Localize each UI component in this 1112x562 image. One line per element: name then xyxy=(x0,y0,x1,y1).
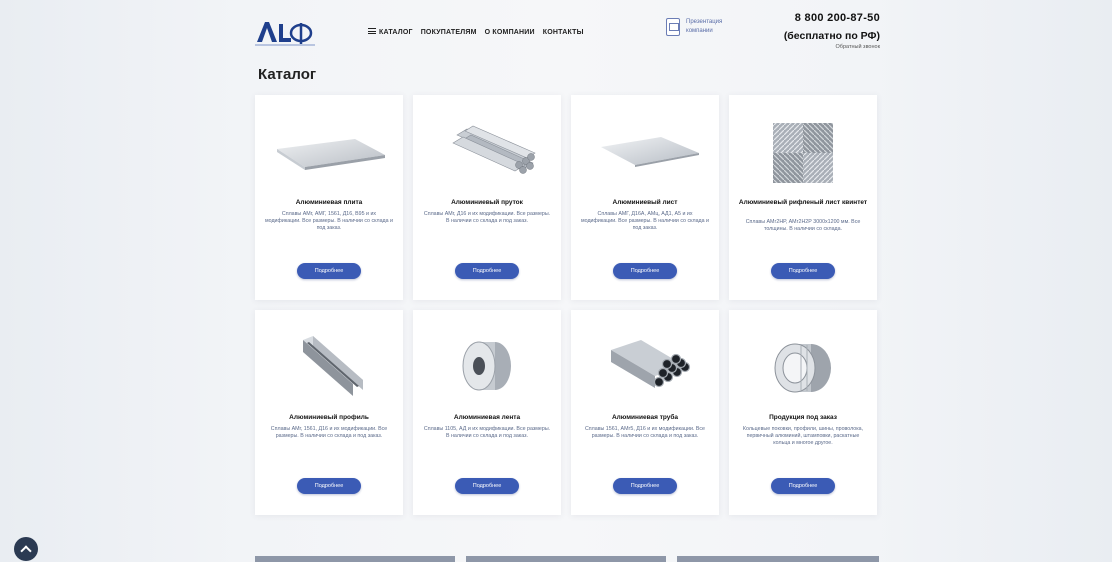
phone-block: 8 800 200-87-50 (бесплатно по РФ) Обратн… xyxy=(772,12,880,50)
details-button[interactable]: Подробнее xyxy=(455,478,519,494)
bottom-banner[interactable] xyxy=(466,556,666,562)
catalog-card-checker-plate[interactable]: Алюминиевый рифленый лист квинтет Сплавы… xyxy=(729,95,877,300)
card-title: Алюминиевый профиль xyxy=(289,414,369,421)
nav-about[interactable]: О КОМПАНИИ xyxy=(485,29,535,36)
catalog-card-coil[interactable]: Алюминиевая лента Сплавы 1105, АД и их м… xyxy=(413,310,561,515)
main-nav: КАТАЛОГ ПОКУПАТЕЛЯМ О КОМПАНИИ КОНТАКТЫ xyxy=(368,28,584,36)
rod-icon xyxy=(452,125,536,174)
page-title: Каталог xyxy=(258,66,317,83)
presentation-link[interactable]: Презентация компании xyxy=(666,18,738,36)
site-header: КАТАЛОГ ПОКУПАТЕЛЯМ О КОМПАНИИ КОНТАКТЫ … xyxy=(0,0,1112,58)
details-button[interactable]: Подробнее xyxy=(771,263,835,279)
card-title: Алюминиевый пруток xyxy=(451,199,523,206)
details-button[interactable]: Подробнее xyxy=(613,263,677,279)
catalog-card-plate[interactable]: Алюминиевая плита Сплавы АМг, АМГ, 1561,… xyxy=(255,95,403,300)
checker-plate-icon xyxy=(773,123,833,183)
card-title: Алюминиевый лист xyxy=(612,199,678,206)
bottom-banner[interactable] xyxy=(677,556,879,562)
presentation-icon xyxy=(666,18,680,36)
presentation-label: Презентация компании xyxy=(686,19,723,34)
card-description: Сплавы 1105, АД и их модификации. Все ра… xyxy=(423,426,551,439)
sheet-icon xyxy=(601,137,699,167)
callback-link[interactable]: Обратный звонок xyxy=(772,44,880,50)
catalog-card-custom[interactable]: Продукция под заказ Кольцевые поковки, п… xyxy=(729,310,877,515)
scroll-to-top-button[interactable] xyxy=(14,537,38,561)
rings-icon xyxy=(774,343,831,393)
details-button[interactable]: Подробнее xyxy=(613,478,677,494)
card-description: Сплавы АМг, АМГ, 1561, Д16, В95 и их мод… xyxy=(265,211,393,231)
details-button[interactable]: Подробнее xyxy=(297,478,361,494)
nav-catalog[interactable]: КАТАЛОГ xyxy=(368,28,413,36)
card-description: Сплавы АМГ, Д16А, АМц, АД1, А5 и их моди… xyxy=(581,211,709,231)
card-title: Алюминиевая лента xyxy=(453,414,521,421)
nav-contacts[interactable]: КОНТАКТЫ xyxy=(543,29,584,36)
card-title: Продукция под заказ xyxy=(769,414,837,421)
profile-icon xyxy=(303,336,363,396)
coil-icon xyxy=(462,341,511,391)
logo-icon[interactable] xyxy=(255,18,317,46)
catalog-card-sheet[interactable]: Алюминиевый лист Сплавы АМГ, Д16А, АМц, … xyxy=(571,95,719,300)
nav-catalog-label: КАТАЛОГ xyxy=(379,29,413,36)
card-title: Алюминиевый рифленый лист квинтет xyxy=(738,199,868,206)
card-title: Алюминиевая труба xyxy=(611,414,679,421)
card-description: Сплавы АМг, Д16 и их модификации. Все ра… xyxy=(423,211,551,224)
catalog-card-profile[interactable]: Алюминиевый профиль Сплавы АМг, 1561, Д1… xyxy=(255,310,403,515)
phone-note: (бесплатно по РФ) xyxy=(783,30,880,42)
catalog-card-rod[interactable]: Алюминиевый пруток Сплавы АМг, Д16 и их … xyxy=(413,95,561,300)
plate-icon xyxy=(277,139,385,170)
details-button[interactable]: Подробнее xyxy=(297,263,361,279)
card-description: Сплавы АМг, 1561, Д16 и их модификации. … xyxy=(270,426,388,439)
menu-icon xyxy=(368,28,376,34)
phone-number[interactable]: 8 800 200-87-50 xyxy=(772,12,880,24)
card-description: Кольцевые поковки, профили, шины, провол… xyxy=(742,426,864,446)
bottom-banner[interactable] xyxy=(255,556,455,562)
card-description: Сплавы АМг2НР, АМг2Н2Р 3000х1200 мм. Все… xyxy=(745,219,861,232)
card-title: Алюминиевая плита xyxy=(295,199,363,206)
catalog-card-pipe[interactable]: Алюминиевая труба Сплавы 1561, АМг5, Д16… xyxy=(571,310,719,515)
details-button[interactable]: Подробнее xyxy=(771,478,835,494)
card-description: Сплавы 1561, АМг5, Д16 и их модификации.… xyxy=(584,426,705,439)
details-button[interactable]: Подробнее xyxy=(455,263,519,279)
pipe-icon xyxy=(611,340,691,388)
nav-customers[interactable]: ПОКУПАТЕЛЯМ xyxy=(421,29,477,36)
